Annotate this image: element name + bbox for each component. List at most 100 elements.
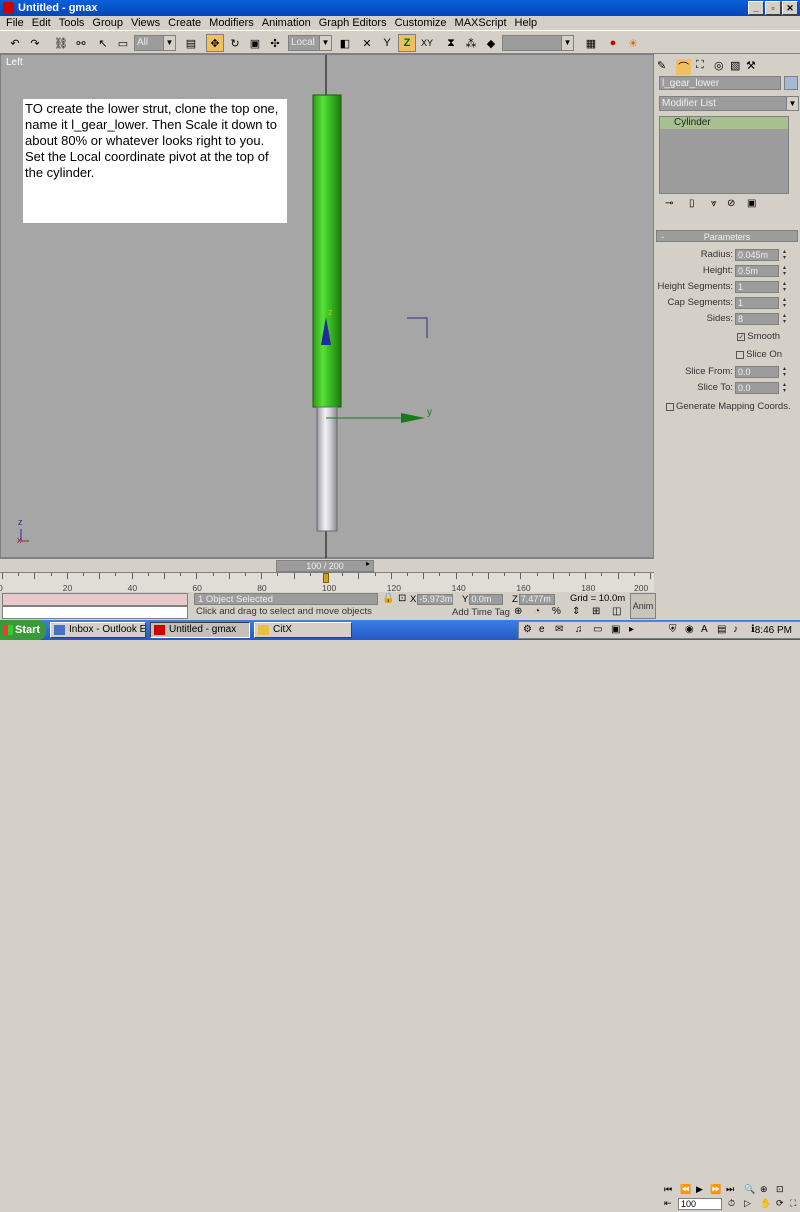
lock-selection-icon[interactable]: 🔒 [382,593,394,604]
select-object-icon[interactable]: ↖ [94,34,112,52]
slice-from-field[interactable]: 0.0 [735,365,779,378]
sides-field[interactable]: 8 [735,312,779,325]
mirror-icon[interactable]: ⧗ [442,34,460,52]
modifier-list-dropdown[interactable]: Modifier List ▼ [659,96,799,111]
menu-help[interactable]: Help [511,16,542,30]
menu-file[interactable]: File [2,16,28,30]
time-slider-thumb[interactable]: 100 / 200 [276,560,374,572]
tray-media-icon[interactable]: ♫ [575,624,583,635]
slice-on-checkbox[interactable] [736,350,745,359]
quick-render-icon[interactable]: ☀ [624,34,642,52]
tray-language-icon[interactable]: A [701,624,708,635]
play-icon[interactable]: ▶ [696,1184,703,1195]
move-icon[interactable]: ✥ [206,34,224,52]
menu-maxscript[interactable]: MAXScript [451,16,511,30]
menu-create[interactable]: Create [164,16,205,30]
restrict-x-icon[interactable]: ✕ [358,34,376,52]
height-field[interactable]: 0.5m [735,264,779,277]
selection-filter-dropdown[interactable]: All ▼ [134,35,176,51]
material-editor-icon[interactable]: ▦ [582,34,600,52]
restrict-y-icon[interactable]: Y [378,34,396,52]
go-to-end-icon[interactable]: ⏭ [726,1184,734,1195]
height-segments-field[interactable]: 1 [735,280,779,293]
align-icon[interactable]: ◆ [482,34,500,52]
maxscript-listener-mini[interactable] [2,593,188,606]
current-frame-field[interactable]: 100 [678,1198,722,1210]
tray-security-icon[interactable]: ⛨ [669,624,677,635]
snap-toggle-icon[interactable]: ⊕ [514,606,522,617]
select-by-name-icon[interactable]: ▤ [182,34,200,52]
tray-network-icon[interactable]: ⚙ [523,624,532,635]
left-viewport[interactable]: Left y z z x TO create the lower strut, … [0,54,654,559]
menu-graph-editors[interactable]: Graph Editors [315,16,391,30]
parameters-rollout-header[interactable]: - Parameters [656,230,798,242]
percent-snap-icon[interactable]: % [552,606,561,617]
menu-modifiers[interactable]: Modifiers [205,16,258,30]
region-select-icon[interactable]: ▭ [114,34,132,52]
modify-tab-icon[interactable]: ⌒ [676,59,691,75]
time-slider[interactable]: ◂ 100 / 200 ▸ [0,558,654,572]
upper-strut-cylinder[interactable] [312,94,342,408]
radius-field[interactable]: 0.045m [735,248,779,261]
object-name-field[interactable]: l_gear_lower [659,76,781,90]
next-frame-icon[interactable]: ⏩ [710,1184,721,1195]
show-end-result-icon[interactable]: ▯ [689,198,695,209]
task-gmax[interactable]: Untitled - gmax [150,622,250,638]
add-time-tag[interactable]: Add Time Tag [452,607,510,618]
smooth-checkbox[interactable]: ✓ [737,332,746,341]
maxscript-input-mini[interactable] [2,606,188,619]
create-tab-icon[interactable]: ✎ [657,59,666,72]
animate-button[interactable]: Anim [630,593,656,619]
coord-z-field[interactable]: 7.477m [518,593,555,605]
previous-frame-icon[interactable]: ⏪ [680,1184,691,1195]
hierarchy-tab-icon[interactable]: ⛶ [696,59,704,72]
restrict-z-icon[interactable]: Z [398,34,416,52]
key-mode-icon[interactable]: ⇤ [664,1198,672,1209]
slice-on-option[interactable]: Slice On [736,348,782,361]
unlink-icon[interactable]: ⚯ [72,34,90,52]
spinner-icon[interactable]: ▴ ▾ [781,265,788,277]
menu-animation[interactable]: Animation [258,16,315,30]
pivot-center-icon[interactable]: ◧ [336,34,354,52]
angle-snap-icon[interactable]: ◔ [534,606,540,617]
adaptive-degradation-icon[interactable]: ◫ [612,606,621,617]
zoom-icon[interactable]: 🔍 [744,1184,755,1195]
motion-tab-icon[interactable]: ◎ [714,59,724,72]
tray-outlook-icon[interactable]: ✉ [555,624,563,635]
restrict-xy-icon[interactable]: XY [418,34,436,52]
rotate-icon[interactable]: ↻ [226,34,244,52]
absolute-mode-icon[interactable]: ⊡ [398,593,406,604]
menu-edit[interactable]: Edit [28,16,55,30]
pan-icon[interactable]: ✋ [760,1198,771,1209]
utilities-tab-icon[interactable]: ⚒ [746,59,756,72]
arc-rotate-icon[interactable]: ⟳ [776,1198,784,1209]
make-unique-icon[interactable]: ⩔ [711,198,717,209]
cap-segments-field[interactable]: 1 [735,296,779,309]
tray-ie-icon[interactable]: e [539,624,545,635]
coord-x-field[interactable]: -5.973m [417,593,454,605]
configure-sets-icon[interactable]: ▣ [747,198,756,209]
tray-monitor-icon[interactable]: ▤ [717,624,726,635]
zoom-extents-icon[interactable]: ⊡ [776,1184,784,1195]
object-color-swatch[interactable] [784,76,798,90]
redo-icon[interactable]: ↷ [26,34,44,52]
spinner-icon[interactable]: ▴ ▾ [781,313,788,325]
pin-stack-icon[interactable]: ⊸ [665,198,673,209]
zoom-all-icon[interactable]: ⊕ [760,1184,768,1195]
spinner-icon[interactable]: ▴ ▾ [781,249,788,261]
tray-folder-icon[interactable]: ▭ [593,624,602,635]
task-outlook[interactable]: Inbox - Outlook E... [50,622,146,638]
menu-views[interactable]: Views [127,16,164,30]
spinner-icon[interactable]: ▴ ▾ [781,382,788,394]
tray-app-icon[interactable]: ◉ [685,624,694,635]
slice-to-field[interactable]: 0.0 [735,381,779,394]
field-of-view-icon[interactable]: ▷ [744,1198,751,1209]
manipulate-icon[interactable]: ✣ [266,34,284,52]
spinner-snap-icon[interactable]: ⇕ [572,606,580,617]
remove-modifier-icon[interactable]: ⊘ [727,198,735,209]
select-link-icon[interactable]: ⛓ [52,34,70,52]
lower-strut-cylinder[interactable] [316,406,338,532]
close-button[interactable]: ✕ [782,1,798,15]
time-config-icon[interactable]: ⏱ [728,1198,735,1209]
spinner-icon[interactable]: ▴ ▾ [781,366,788,378]
